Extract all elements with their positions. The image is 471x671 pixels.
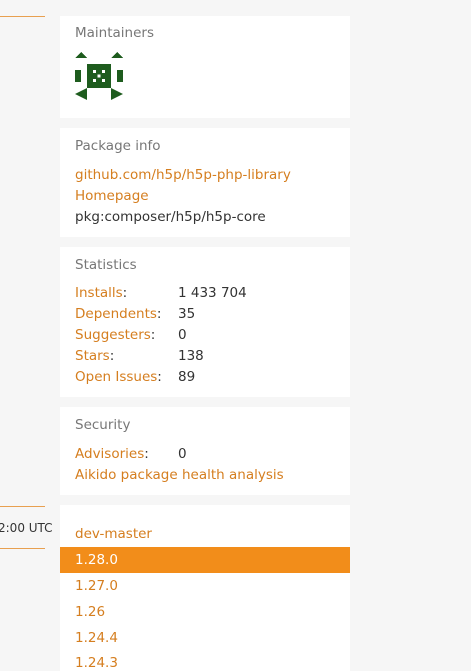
left-timestamp: 2:00 UTC [0,521,53,535]
stars-value: 138 [178,348,204,364]
stars-link[interactable]: Stars [75,348,110,364]
version-link[interactable]: dev-master [60,526,152,542]
stat-row-dependents: Dependents: 35 [75,304,345,325]
maintainers-panel: Maintainers [60,16,350,118]
advisories-link[interactable]: Advisories [75,446,144,462]
version-link[interactable]: 1.27.0 [60,578,118,594]
homepage-link[interactable]: Homepage [75,188,149,204]
stat-row-suggesters: Suggesters: 0 [75,325,345,346]
left-divider [0,548,45,549]
version-item[interactable]: dev-master [60,521,350,547]
statistics-panel: Statistics Installs: 1 433 704 Dependent… [60,247,350,397]
repository-link[interactable]: github.com/h5p/h5p-php-library [75,167,291,183]
version-link[interactable]: 1.24.3 [60,655,118,671]
stat-row-open-issues: Open Issues: 89 [75,367,345,388]
stat-row-installs: Installs: 1 433 704 [75,283,345,304]
dependents-value: 35 [178,306,196,322]
installs-link[interactable]: Installs [75,285,123,301]
package-info-heading: Package info [75,138,161,154]
statistics-heading: Statistics [75,257,137,273]
stat-row-stars: Stars: 138 [75,346,345,367]
version-item[interactable]: 1.24.4 [60,625,350,651]
aikido-row: Aikido package health analysis [75,465,345,486]
identicon-icon [75,52,123,100]
version-item[interactable]: 1.27.0 [60,573,350,599]
version-item[interactable]: 1.24.3 [60,650,350,671]
maintainers-heading: Maintainers [75,25,154,41]
package-identifier: pkg:composer/h5p/h5p-core [75,209,266,225]
version-item[interactable]: 1.26 [60,599,350,625]
dependents-link[interactable]: Dependents [75,306,157,322]
open-issues-link[interactable]: Open Issues [75,369,157,385]
aikido-analysis-link[interactable]: Aikido package health analysis [75,467,284,483]
security-panel: Security Advisories: 0 Aikido package he… [60,407,350,495]
suggesters-value: 0 [178,327,187,343]
left-divider [0,506,45,507]
version-item-active[interactable]: 1.28.0 [60,547,350,573]
maintainer-avatar[interactable] [75,52,123,100]
left-divider [0,16,45,17]
installs-value: 1 433 704 [178,285,247,301]
version-label: 1.28.0 [75,552,118,568]
version-link[interactable]: 1.24.4 [60,630,118,646]
security-heading: Security [75,417,131,433]
advisories-row: Advisories: 0 [75,444,345,465]
open-issues-value: 89 [178,369,196,385]
suggesters-link[interactable]: Suggesters [75,327,151,343]
version-link[interactable]: 1.26 [60,604,105,620]
advisories-value: 0 [178,446,187,462]
package-info-panel: Package info github.com/h5p/h5p-php-libr… [60,128,350,237]
